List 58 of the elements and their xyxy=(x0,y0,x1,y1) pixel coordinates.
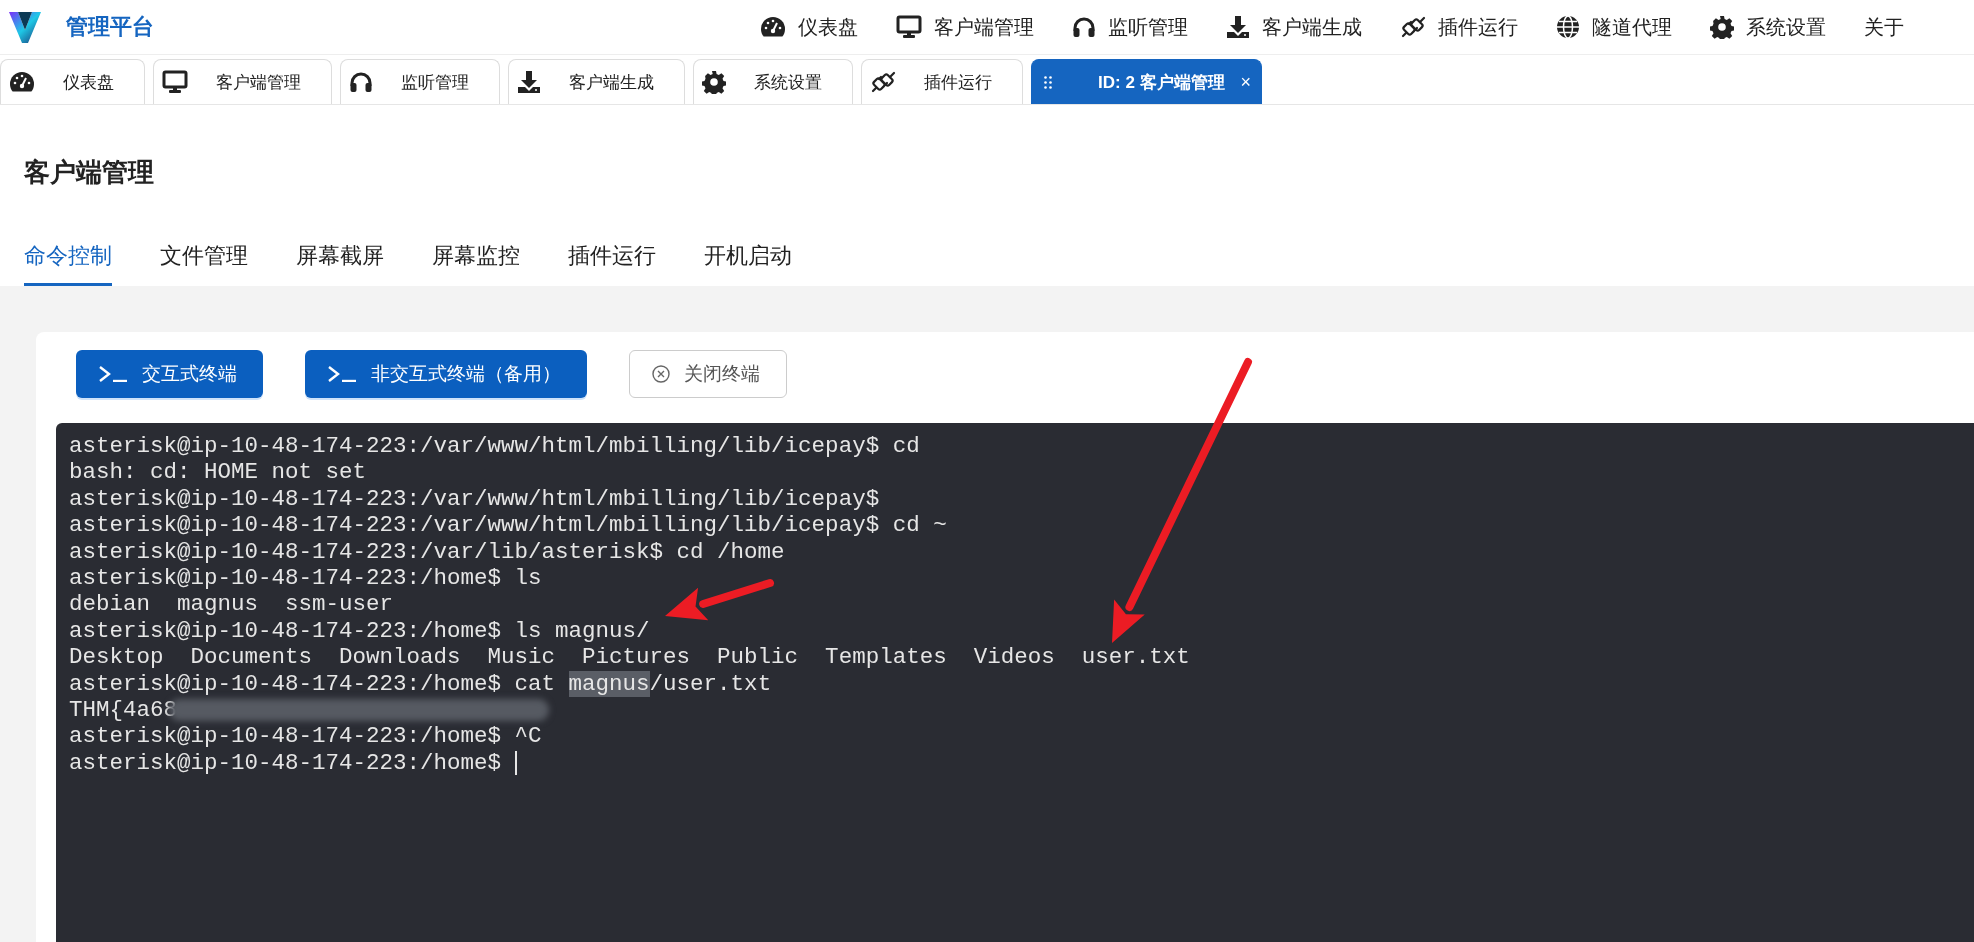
nav-link[interactable]: 关于 xyxy=(1864,13,1904,41)
headphones-icon xyxy=(349,71,373,93)
nav-link[interactable]: 仪表盘 xyxy=(760,13,858,41)
terminal-prompt-icon xyxy=(98,366,128,382)
terminal-line: asterisk@ip-10-48-174-223:/var/www/html/mbilling/lib/icepay$ cd xyxy=(69,433,920,459)
section-tab[interactable]: 屏幕监控 xyxy=(432,231,520,286)
download-icon xyxy=(517,70,541,94)
page-tab[interactable]: 插件运行 xyxy=(861,59,1023,104)
globe-icon xyxy=(1556,15,1580,39)
terminal-line: asterisk@ip-10-48-174-223:/var/www/html/mbilling/lib/icepay$ cd ~ xyxy=(69,512,947,539)
terminal-line: THM{4a68 xyxy=(69,696,178,723)
gauge-icon xyxy=(760,16,786,38)
terminal-line: debian magnus ssm-user xyxy=(69,591,394,618)
page-tab[interactable]: ID: 2 客户端管理 × xyxy=(1031,59,1263,104)
terminal-panel[interactable] xyxy=(56,423,1974,942)
terminal-line: asterisk@ip-10-48-174-223:/home$ cat magnus/user.txt xyxy=(69,670,772,697)
gauge-icon xyxy=(9,71,35,93)
nav-link[interactable]: 隧道代理 xyxy=(1556,13,1672,41)
terminal-line: asterisk@ip-10-48-174-223:/var/www/html/mbilling/lib/icepay$ xyxy=(69,485,880,512)
download-icon xyxy=(1226,15,1250,39)
nav-link[interactable]: 插件运行 xyxy=(1400,13,1518,41)
terminal-button[interactable]: 非交互式终端（备用） xyxy=(305,350,587,398)
page-tab[interactable]: 客户端生成 xyxy=(508,59,685,104)
terminal-prompt-icon xyxy=(327,366,357,382)
section-tab[interactable]: 文件管理 xyxy=(160,231,248,286)
gear-icon xyxy=(1710,15,1734,39)
page-tab[interactable]: 系统设置 xyxy=(693,59,853,104)
gear-icon xyxy=(702,70,726,94)
terminal-line: asterisk@ip-10-48-174-223:/home$ ls xyxy=(69,564,542,591)
terminal-button[interactable]: 交互式终端 xyxy=(76,350,263,398)
nav-link[interactable]: 客户端管理 xyxy=(896,13,1034,41)
nav-link[interactable]: 客户端生成 xyxy=(1226,13,1362,41)
nav-link[interactable]: 监听管理 xyxy=(1072,13,1188,41)
drag-handle-icon xyxy=(1044,75,1052,89)
plug-icon xyxy=(870,70,896,94)
close-circle-icon xyxy=(652,365,670,383)
section-tab[interactable]: 屏幕截屏 xyxy=(296,231,384,286)
page-title: 客户端管理 xyxy=(24,156,155,189)
terminal-line: Desktop Documents Downloads Music Pictures Public Templates Videos user.txt xyxy=(69,644,1190,671)
terminal-line: asterisk@ip-10-48-174-223:/home$ ^C xyxy=(69,723,542,750)
terminal-line: asterisk@ip-10-48-174-223:/home$ ls magnus/ xyxy=(69,617,650,644)
headphones-icon xyxy=(1072,16,1096,38)
monitor-icon xyxy=(162,70,188,94)
nav-link[interactable]: 系统设置 xyxy=(1710,13,1826,41)
monitor-icon xyxy=(896,15,922,39)
close-terminal-button[interactable]: 关闭终端 xyxy=(629,350,787,398)
section-tab[interactable]: 开机启动 xyxy=(704,231,792,286)
brand-title: 管理平台 xyxy=(66,13,154,41)
terminal-line: asterisk@ip-10-48-174-223:/var/lib/asterisk$ cd /home xyxy=(69,538,785,565)
close-icon[interactable]: × xyxy=(1240,71,1252,93)
logo-icon xyxy=(8,10,42,44)
plug-icon xyxy=(1400,15,1426,39)
page-tab[interactable]: 客户端管理 xyxy=(153,59,332,104)
terminal-line: asterisk@ip-10-48-174-223:/home$ xyxy=(69,749,503,776)
page-tab[interactable]: 监听管理 xyxy=(340,59,500,104)
section-tab[interactable]: 插件运行 xyxy=(568,231,656,286)
terminal-line: bash: cd: HOME not set xyxy=(69,459,367,486)
page-tab[interactable]: 仪表盘 xyxy=(0,59,145,104)
